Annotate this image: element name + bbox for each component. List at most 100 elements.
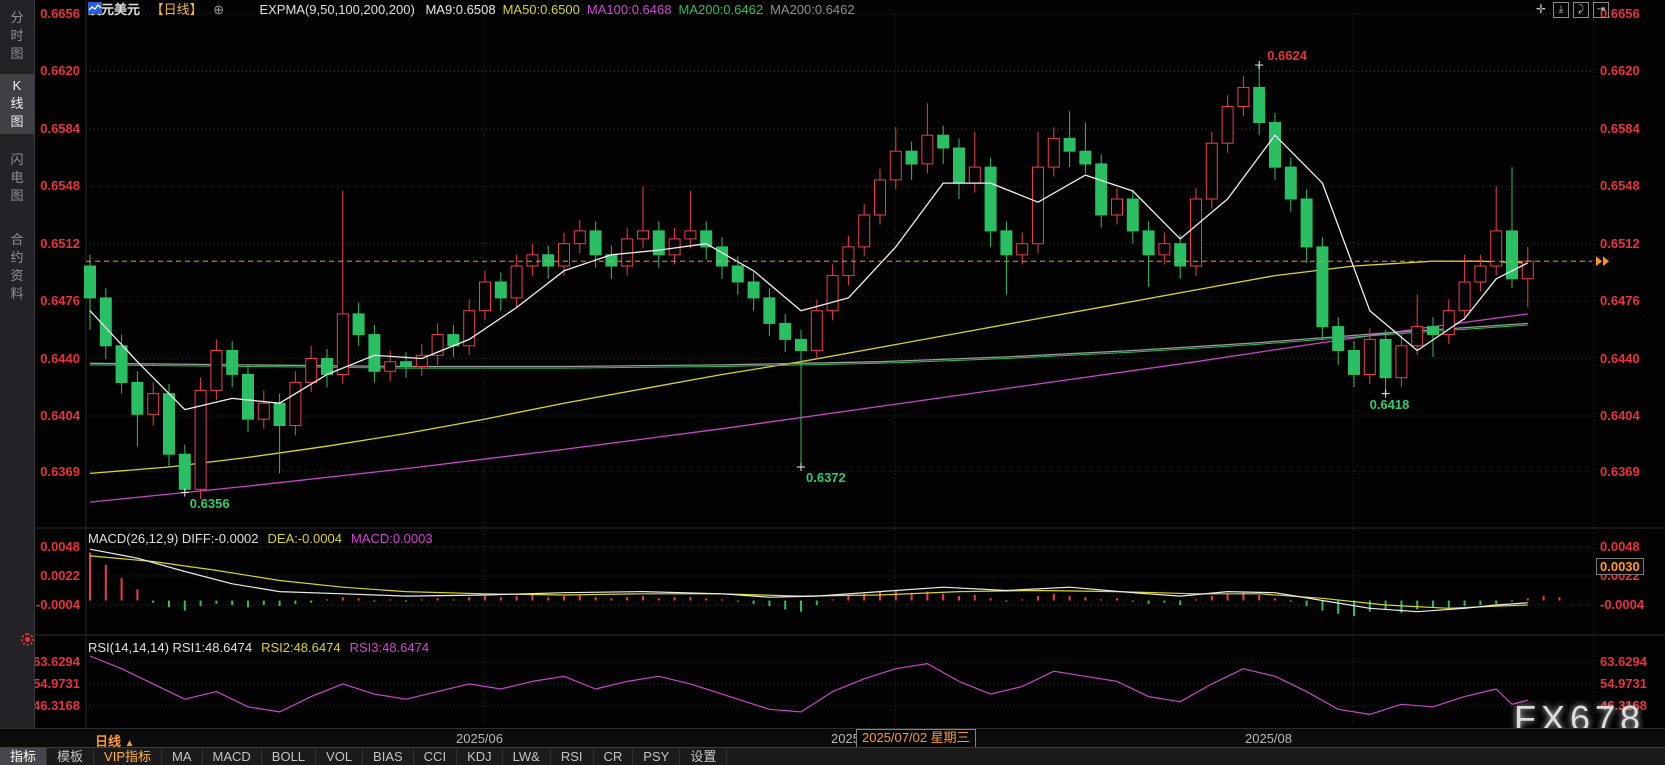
x-axis-month-label: 2025/08 (1245, 731, 1292, 746)
candle-body (1159, 244, 1170, 255)
pane-expand-tool-icon[interactable]: ⇥ (1593, 2, 1609, 18)
candle-body (796, 339, 807, 350)
candle-body (290, 382, 301, 425)
candle-body (574, 231, 585, 244)
indicator-value: MACD:0.0003 (351, 531, 433, 546)
candle-body (401, 362, 412, 367)
sidebar-item-4[interactable]: 合 约 资 料 (0, 228, 34, 306)
indicator-value: RSI(14,14,14) RSI1:48.6474 (88, 640, 252, 655)
price-axis-label-right: 0.6476 (1600, 293, 1640, 308)
sidebar-item-3[interactable]: 闪 电 图 (0, 148, 34, 208)
candle-body (1428, 327, 1439, 335)
candle-body (274, 403, 285, 425)
candle-body (954, 148, 965, 183)
candle-body (100, 298, 111, 346)
candle-body (717, 247, 728, 266)
candle-body (1143, 231, 1154, 255)
price-axis-label-right: 0.6369 (1600, 464, 1640, 479)
price-axis-label-right: 0.6548 (1600, 178, 1640, 193)
candle-body (527, 255, 538, 266)
candle-body (732, 266, 743, 282)
candle-body (369, 335, 380, 372)
candle-body (1017, 244, 1028, 255)
indicator-name[interactable]: EXPMA(9,50,100,200,200) (259, 2, 414, 17)
price-axis-label-right: 0.6512 (1600, 236, 1640, 251)
period-tag[interactable]: 【日线】 (151, 2, 203, 17)
candle-body (353, 314, 364, 335)
candle-body (543, 255, 554, 266)
compare-icon[interactable]: ⊕ (213, 2, 224, 17)
rsi-header[interactable]: RSI(14,14,14) RSI1:48.6474RSI2:48.6474RS… (88, 640, 438, 655)
candle-body (764, 298, 775, 324)
toolbar-tab-VOL[interactable]: VOL (316, 748, 363, 765)
candle-body (1507, 231, 1518, 279)
rsi-axis-label-right: 54.9731 (1600, 676, 1647, 691)
ma-values: MA9:0.6508MA50:0.6500MA100:0.6468MA200:0… (425, 2, 861, 17)
candle-body (1191, 199, 1202, 266)
candle-body (859, 215, 870, 247)
candle-body (985, 167, 996, 231)
candle-body (480, 282, 491, 311)
candle-body (116, 346, 127, 383)
candle-body (1238, 87, 1249, 106)
current-price-marker (1596, 256, 1609, 266)
indicator-value: MACD(26,12,9) DIFF:-0.0002 (88, 531, 259, 546)
toolbar-tab-PSY[interactable]: PSY (633, 748, 680, 765)
toolbar-tab-MA[interactable]: MA (162, 748, 203, 765)
candle-body (337, 314, 348, 375)
candle-body (322, 359, 333, 375)
candle-body (211, 351, 222, 391)
toolbar-tab-模板[interactable]: 模板 (47, 748, 94, 765)
candle-body (1349, 351, 1360, 375)
candle-body (1380, 339, 1391, 377)
candle-body (243, 375, 254, 420)
candle-body (385, 362, 396, 372)
toolbar-tab-RSI[interactable]: RSI (551, 748, 594, 765)
candle-body (1206, 143, 1217, 199)
toolbar-tab-BOLL[interactable]: BOLL (262, 748, 316, 765)
toolbar-tab-指标[interactable]: 指标 (0, 748, 47, 765)
ma-value: MA200:0.6462 (770, 2, 855, 17)
candle-body (1443, 311, 1454, 335)
ma-value: MA50:0.6500 (503, 2, 580, 17)
candle-body (1048, 138, 1059, 167)
candle-body (827, 276, 838, 311)
price-axis-tool-icon[interactable]: ⤓ (1553, 2, 1569, 18)
price-axis-label-right: 0.6584 (1600, 121, 1640, 136)
candle-body (164, 394, 175, 455)
macd-diff-line (90, 549, 1528, 612)
extreme-price-annotation: 0.6372 (806, 470, 846, 485)
toolbar-tab-MACD[interactable]: MACD (203, 748, 262, 765)
crosshair-tool-icon[interactable]: ✛ (1533, 2, 1549, 18)
extreme-price-annotation: 0.6418 (1370, 397, 1410, 412)
extreme-price-annotation: 0.6624 (1267, 48, 1307, 63)
toolbar-tab-KDJ[interactable]: KDJ (457, 748, 503, 765)
toolbar-tab-CR[interactable]: CR (594, 748, 634, 765)
candle-body (1222, 107, 1233, 144)
sidebar-item-2[interactable]: K 线 图 (0, 74, 34, 134)
toolbar-tab-VIP指标[interactable]: VIP指标 (94, 748, 162, 765)
candle-body (1254, 87, 1265, 122)
candle-body (1080, 151, 1091, 164)
sidebar-item-1[interactable]: 分 时 图 (0, 6, 34, 66)
toolbar-tab-BIAS[interactable]: BIAS (363, 748, 414, 765)
candle-body (495, 282, 506, 298)
macd-header[interactable]: MACD(26,12,9) DIFF:-0.0002DEA:-0.0004MAC… (88, 531, 442, 546)
toolbar-tab-CCI[interactable]: CCI (414, 748, 457, 765)
candle-body (306, 359, 317, 383)
indicator-marker-icon[interactable] (21, 633, 34, 646)
candle-body (780, 323, 791, 339)
crosshair-date-tooltip: 2025/07/02 星期三 (856, 729, 976, 748)
macd-axis-label-right: 0.0048 (1600, 539, 1640, 554)
candle-body (685, 231, 696, 239)
toolbar-tab-设置[interactable]: 设置 (680, 748, 727, 765)
time-axis-tool-icon[interactable]: ⤸ (1573, 2, 1589, 18)
candle-body (1301, 199, 1312, 247)
toolbar-tab-LW&[interactable]: LW& (503, 748, 551, 765)
macd-dea-line (90, 556, 1528, 608)
candle-body (1317, 247, 1328, 327)
indicator-value: RSI3:48.6474 (350, 640, 430, 655)
candle-body (258, 403, 269, 419)
candle-body (1396, 346, 1407, 378)
ma-value: MA200:0.6462 (678, 2, 763, 17)
